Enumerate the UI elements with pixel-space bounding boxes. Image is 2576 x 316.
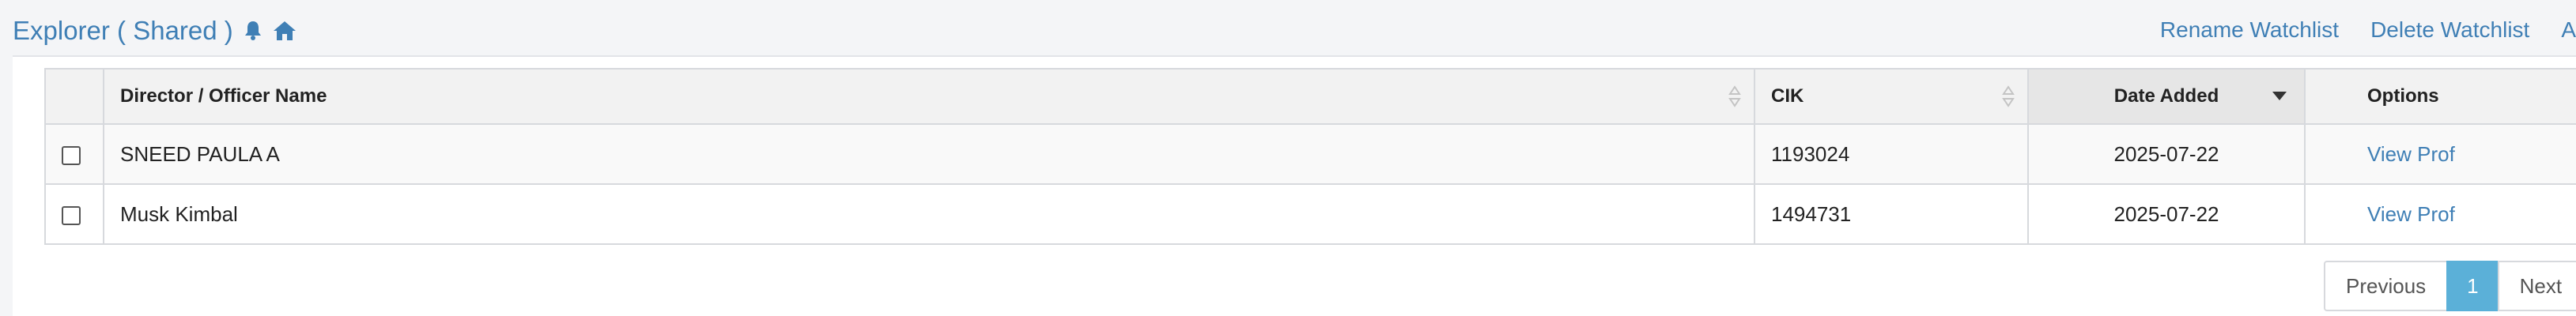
table-header-row: Director / Officer Name CIK Date Added O… bbox=[44, 68, 2576, 125]
watchlist-actions: Rename Watchlist Delete Watchlist A bbox=[2160, 17, 2576, 43]
sort-both-icon bbox=[2002, 85, 2015, 107]
row-checkbox[interactable] bbox=[62, 205, 81, 225]
row-checkbox-cell bbox=[44, 183, 104, 245]
view-profile-link[interactable]: View Prof bbox=[2367, 202, 2462, 227]
home-icon[interactable] bbox=[273, 21, 297, 41]
select-column-header bbox=[44, 68, 104, 125]
column-header-cik-label: CIK bbox=[1771, 85, 1804, 107]
delete-watchlist-link[interactable]: Delete Watchlist bbox=[2370, 17, 2529, 43]
truncated-action-link[interactable]: A bbox=[2561, 17, 2576, 43]
watchlist-table: Director / Officer Name CIK Date Added O… bbox=[44, 68, 2576, 245]
sort-both-icon bbox=[1728, 85, 1741, 107]
page-button-current[interactable]: 1 bbox=[2446, 261, 2499, 311]
table-panel: Director / Officer Name CIK Date Added O… bbox=[13, 57, 2576, 316]
table-row: Musk Kimbal 1494731 2025-07-22 View Prof bbox=[44, 183, 2576, 245]
view-profile-link[interactable]: View Prof bbox=[2367, 142, 2462, 167]
column-header-date-added[interactable]: Date Added bbox=[2027, 68, 2306, 125]
director-name-cell: Musk Kimbal bbox=[103, 183, 1755, 245]
date-added-cell: 2025-07-22 bbox=[2027, 183, 2306, 245]
column-header-options-label: Options bbox=[2367, 85, 2439, 107]
previous-page-button[interactable]: Previous bbox=[2324, 261, 2449, 311]
page-title-group: Explorer ( Shared ) bbox=[13, 16, 297, 46]
column-header-options: Options bbox=[2304, 68, 2576, 125]
bell-icon[interactable] bbox=[244, 21, 262, 41]
sort-descending-icon bbox=[2272, 92, 2287, 101]
column-header-name-label: Director / Officer Name bbox=[120, 85, 327, 107]
options-cell: View Prof bbox=[2304, 183, 2576, 245]
page-title: Explorer ( Shared ) bbox=[13, 16, 233, 45]
rename-watchlist-link[interactable]: Rename Watchlist bbox=[2160, 17, 2339, 43]
column-header-date-label: Date Added bbox=[2113, 85, 2219, 107]
date-added-cell: 2025-07-22 bbox=[2027, 123, 2306, 185]
pagination: Previous 1 Next bbox=[2324, 261, 2576, 311]
row-checkbox[interactable] bbox=[62, 145, 81, 165]
column-header-name[interactable]: Director / Officer Name bbox=[103, 68, 1755, 125]
cik-cell: 1494731 bbox=[1754, 183, 2029, 245]
row-checkbox-cell bbox=[44, 123, 104, 185]
cik-cell: 1193024 bbox=[1754, 123, 2029, 185]
options-cell: View Prof bbox=[2304, 123, 2576, 185]
column-header-cik[interactable]: CIK bbox=[1754, 68, 2029, 125]
page-header: Explorer ( Shared ) Rename Watchlist Del… bbox=[0, 0, 2576, 57]
watchlist-page: Explorer ( Shared ) Rename Watchlist Del… bbox=[0, 0, 2576, 316]
next-page-button[interactable]: Next bbox=[2497, 261, 2576, 311]
table-row: SNEED PAULA A 1193024 2025-07-22 View Pr… bbox=[44, 123, 2576, 185]
director-name-cell: SNEED PAULA A bbox=[103, 123, 1755, 185]
